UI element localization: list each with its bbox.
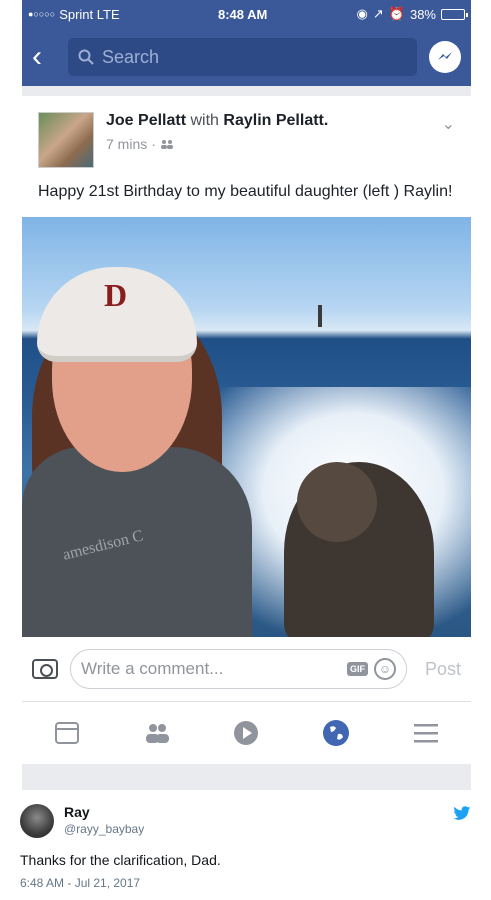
tweet-header: Ray @rayy_baybay (20, 804, 471, 838)
messenger-icon[interactable] (429, 41, 461, 73)
sea-lion-head (297, 462, 377, 543)
battery-icon (441, 8, 468, 20)
status-right: ◉ ↗ ⏰ 38% (356, 6, 468, 22)
menu-tab-icon[interactable] (412, 719, 440, 747)
tweet-author-block: Ray @rayy_baybay (64, 804, 144, 836)
friends-audience-icon (160, 140, 173, 149)
tweet-name[interactable]: Ray (64, 804, 144, 820)
carrier-label: Sprint LTE (59, 6, 120, 22)
location-icon: ◉ (356, 6, 368, 21)
watch-tab-icon[interactable] (232, 719, 260, 747)
distant-sailboat (318, 305, 322, 328)
post-photo[interactable]: amesdison C D (22, 217, 471, 638)
arrow-icon: ↗ (372, 6, 384, 21)
tweet-avatar[interactable] (20, 804, 54, 838)
cap-logo: D (104, 277, 128, 314)
globe-notifications-tab-icon[interactable] (322, 719, 350, 747)
gif-button[interactable]: GIF (346, 662, 368, 677)
search-placeholder: Search (102, 46, 160, 67)
emoji-icon[interactable]: ☺ (373, 658, 396, 681)
news-feed-tab-icon[interactable] (53, 719, 81, 747)
back-chevron-icon[interactable]: ‹ (32, 42, 56, 72)
camera-icon[interactable] (32, 659, 58, 680)
post-time[interactable]: 7 mins (106, 136, 147, 152)
comment-placeholder: Write a comment... (81, 659, 224, 679)
battery-percent: 38% (409, 6, 436, 22)
status-bar: ●○○○○ Sprint LTE 8:48 AM ◉ ↗ ⏰ 38% (22, 0, 471, 28)
signal-strength: ●○○○○ (28, 9, 56, 19)
bottom-tab-bar (22, 702, 471, 765)
phone-screenshot: ●○○○○ Sprint LTE 8:48 AM ◉ ↗ ⏰ 38% ‹ Sea… (22, 0, 471, 790)
post-author-block: Joe Pellatt with Raylin Pellatt. 7 mins … (106, 112, 328, 168)
tweet-card: Ray @rayy_baybay Thanks for the clarific… (0, 790, 491, 900)
post-author-line: Joe Pellatt with Raylin Pellatt. (106, 112, 328, 130)
meta-separator: · (151, 136, 156, 152)
post-options-chevron-icon[interactable]: ⌄ (442, 114, 455, 134)
tagged-name[interactable]: Raylin Pellatt. (223, 112, 328, 129)
comment-input[interactable]: Write a comment... GIF ☺ (70, 649, 407, 690)
twitter-bird-icon[interactable] (453, 806, 471, 826)
post-meta: 7 mins · (106, 136, 328, 152)
post-text: Happy 21st Birthday to my beautiful daug… (38, 183, 453, 200)
comment-bar: Write a comment... GIF ☺ Post (22, 637, 471, 703)
friends-tab-icon[interactable] (143, 719, 171, 747)
post-card: Joe Pellatt with Raylin Pellatt. 7 mins … (22, 96, 471, 765)
tweet-timestamp[interactable]: 6:48 AM - Jul 21, 2017 (20, 876, 471, 890)
post-comment-button[interactable]: Post (425, 659, 461, 680)
tweet-handle[interactable]: @rayy_baybay (64, 822, 144, 836)
top-nav-bar: ‹ Search (22, 28, 471, 86)
search-icon (78, 49, 94, 65)
tweet-text: Thanks for the clarification, Dad. (20, 852, 221, 868)
alarm-icon: ⏰ (388, 6, 405, 21)
shirt-print: amesdison C (61, 527, 145, 564)
search-input[interactable]: Search (68, 38, 417, 76)
post-header: Joe Pellatt with Raylin Pellatt. 7 mins … (22, 96, 471, 176)
clock: 8:48 AM (218, 6, 268, 22)
with-text: with (190, 112, 219, 129)
author-name[interactable]: Joe Pellatt (106, 112, 186, 129)
messenger-bolt-icon (438, 52, 452, 60)
author-avatar[interactable] (38, 112, 94, 168)
woman-shirt: amesdison C (22, 447, 252, 638)
